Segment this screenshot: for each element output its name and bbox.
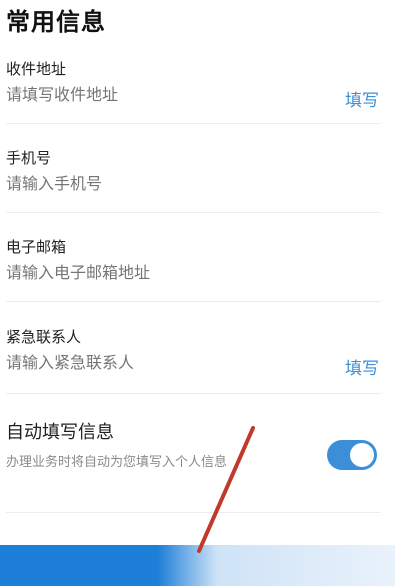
emergency-contact-fill-button[interactable]: 填写 [345,354,379,379]
auto-fill-section: 自动填写信息 办理业务时将自动为您填写入个人信息 [6,418,381,474]
auto-fill-description: 办理业务时将自动为您填写入个人信息 [6,455,228,470]
address-fill-button[interactable]: 填写 [345,86,379,111]
divider [6,123,381,124]
phone-label: 手机号 [6,149,52,167]
email-row: 电子邮箱 [6,236,381,282]
emergency-contact-row: 紧急联系人 填写 [6,326,381,379]
auto-fill-toggle[interactable] [327,440,377,470]
phone-row: 手机号 [6,147,381,193]
address-row: 收件地址 填写 [6,58,381,111]
bottom-action-button[interactable] [0,545,395,586]
address-label: 收件地址 [6,60,67,78]
divider [6,512,381,513]
emergency-contact-input[interactable] [6,353,316,372]
toggle-knob [350,443,374,467]
address-input[interactable] [6,85,316,104]
divider [6,212,381,213]
email-input[interactable] [6,263,316,282]
page-title: 常用信息 [6,8,106,36]
divider [6,301,381,302]
divider [6,393,381,394]
email-label: 电子邮箱 [6,238,67,256]
emergency-contact-label: 紧急联系人 [6,328,82,346]
auto-fill-title: 自动填写信息 [6,422,114,443]
phone-input[interactable] [6,174,316,193]
